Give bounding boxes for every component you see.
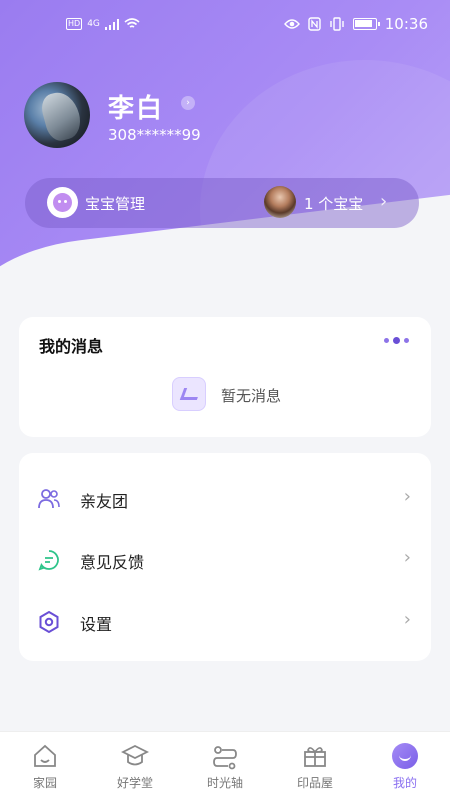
empty-messages-text: 暂无消息: [221, 387, 282, 405]
menu-label-family: 亲友团: [80, 492, 129, 511]
eye-icon: [283, 19, 300, 29]
menu-label-settings: 设置: [80, 615, 113, 634]
signal-icon: [104, 18, 119, 30]
tab-label-school: 好学堂: [116, 776, 153, 790]
timeline-icon: [213, 746, 237, 770]
battery-icon: [352, 18, 380, 30]
tab-timeline[interactable]: 时光轴: [180, 732, 270, 800]
menu-item-settings[interactable]: 设置 ›: [19, 597, 431, 647]
user-avatar[interactable]: [24, 82, 90, 148]
tab-school[interactable]: 好学堂: [90, 732, 180, 800]
baby-avatar: [264, 186, 296, 218]
empty-message-icon: [172, 377, 206, 411]
gift-icon: [304, 747, 326, 767]
chevron-right-icon: ›: [403, 609, 411, 630]
tab-label-home: 家园: [32, 776, 57, 790]
home-icon: [34, 744, 56, 767]
feedback-icon: [38, 550, 59, 571]
menu-item-family[interactable]: 亲友团 ›: [19, 474, 431, 524]
family-icon: [38, 489, 60, 509]
settings-icon: [39, 610, 59, 634]
bottom-tab-bar: 家园 好学堂 时光轴 印品屋 我的: [0, 731, 450, 800]
chevron-right-icon: ›: [403, 547, 411, 568]
tab-mine[interactable]: 我的: [360, 732, 450, 800]
wifi-icon: [124, 18, 140, 28]
user-name[interactable]: 李白: [108, 88, 164, 125]
baby-management-bar[interactable]: 宝宝管理 1 个宝宝 ›: [25, 178, 419, 228]
menu-item-feedback[interactable]: 意见反馈 ›: [19, 535, 431, 585]
profile-icon: [392, 743, 418, 769]
clock: 10:36: [384, 15, 428, 33]
menu-label-feedback: 意见反馈: [80, 553, 145, 572]
chevron-right-icon: ›: [380, 191, 388, 212]
graduation-cap-icon: [121, 744, 149, 766]
profile-chevron-icon[interactable]: ›: [181, 96, 195, 110]
tab-label-mine: 我的: [392, 776, 417, 790]
nfc-icon: [308, 17, 321, 31]
tab-home[interactable]: 家园: [0, 732, 90, 800]
tab-label-timeline: 时光轴: [206, 776, 243, 790]
hd-badge: HD: [66, 18, 83, 30]
network-gen-label: 4G: [87, 19, 100, 29]
network-indicators: HD 4G: [66, 18, 140, 30]
vibrate-icon: [330, 17, 344, 31]
baby-face-icon: [47, 187, 78, 218]
status-right: 10:36: [283, 15, 428, 33]
baby-management-label: 宝宝管理: [85, 195, 146, 213]
messages-title: 我的消息: [39, 337, 104, 356]
menu-card: 亲友团 › 意见反馈 › 设置 ›: [19, 453, 431, 661]
baby-count: 1 个宝宝: [304, 195, 364, 213]
chevron-right-icon: ›: [403, 486, 411, 507]
more-dots-icon[interactable]: [384, 337, 409, 344]
tab-print-shop[interactable]: 印品屋: [270, 732, 360, 800]
messages-card: 我的消息 暂无消息: [19, 317, 431, 437]
status-bar: HD 4G 10:36: [0, 0, 450, 50]
user-id: 308******99: [108, 126, 201, 144]
tab-label-print-shop: 印品屋: [296, 776, 333, 790]
